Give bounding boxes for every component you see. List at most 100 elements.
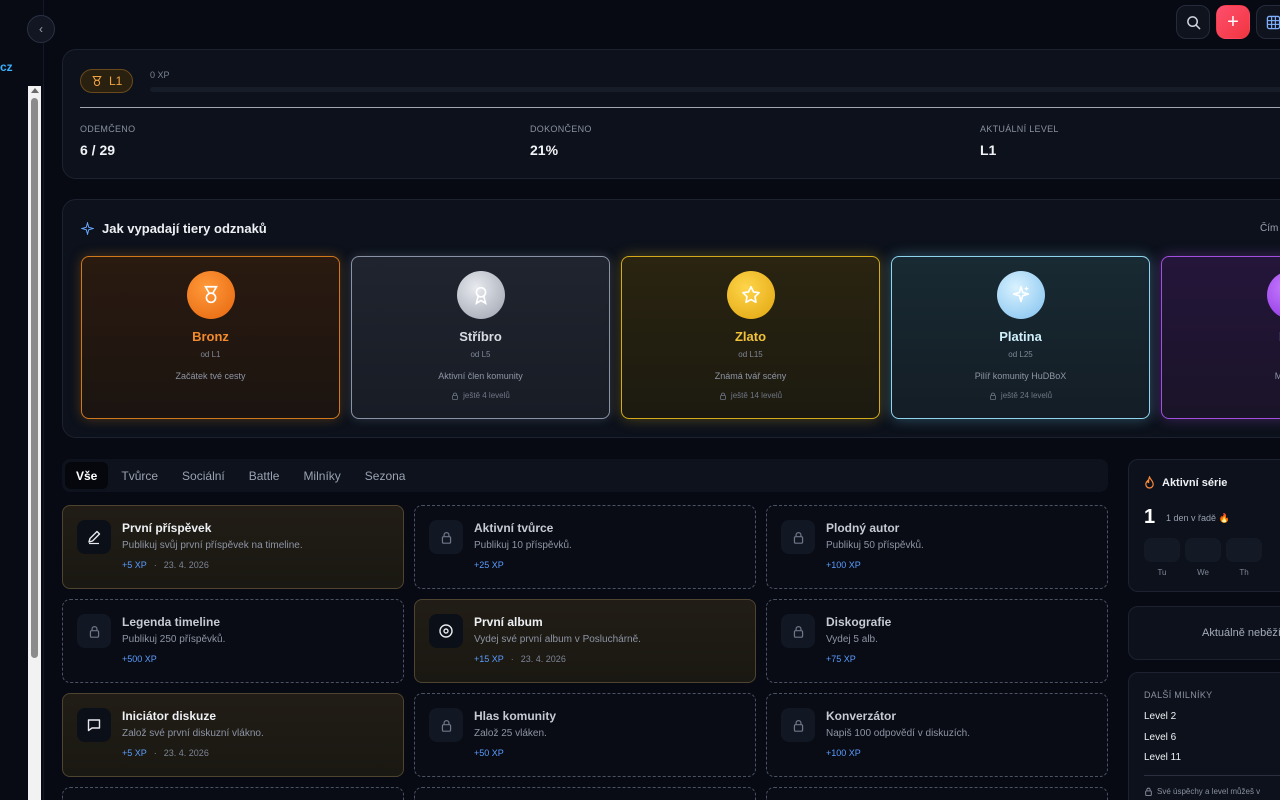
tier-lock: ještě 4 levelů xyxy=(352,391,609,400)
scrollbar[interactable] xyxy=(28,86,41,800)
grid-icon xyxy=(1266,15,1280,29)
level-badge-text: L1 xyxy=(109,74,123,88)
milestones-title: DALŠÍ MILNÍKY xyxy=(1144,690,1213,700)
scroll-up-arrow-icon[interactable] xyxy=(31,88,39,93)
achievement-meta: +50 XP xyxy=(474,748,504,758)
tier-from: od L15 xyxy=(738,350,763,359)
xp-progress-bar xyxy=(150,87,1280,92)
tab-social[interactable]: Sociální xyxy=(171,462,236,489)
stat-label: AKTUÁLNÍ LEVEL xyxy=(980,124,1059,134)
achievement-title: Plodný autor xyxy=(826,521,900,535)
achievement-meta: +100 XP xyxy=(826,748,861,758)
stat-completed: DOKONČENO 21% xyxy=(530,124,592,158)
tab-battle[interactable]: Battle xyxy=(238,462,291,489)
sparkle-icon xyxy=(81,222,94,235)
tier-from: od L1 xyxy=(200,350,221,359)
tiers-info-link[interactable]: Čím xyxy=(1260,223,1278,234)
stat-value: L1 xyxy=(980,142,997,158)
lock-icon xyxy=(781,520,815,554)
category-tabs: Vše Tvůrce Sociální Battle Milníky Sezon… xyxy=(62,459,1108,492)
achievement-title: Iniciátor diskuze xyxy=(122,709,217,723)
milestone-item: Level 6 xyxy=(1144,732,1177,743)
medal-icon xyxy=(92,75,102,87)
separator-dot: · xyxy=(153,748,157,758)
create-button[interactable]: + xyxy=(1216,5,1250,39)
plus-icon: + xyxy=(1227,10,1239,33)
scroll-thumb[interactable] xyxy=(31,98,38,658)
achievement-card[interactable]: První album Vydej své první album v Poslu… xyxy=(414,599,756,683)
tier-lock-text: ještě 24 levelů xyxy=(1000,391,1053,400)
star-icon xyxy=(726,271,775,319)
divider xyxy=(80,107,1280,108)
achievement-card[interactable]: První příspěvek Publikuj svůj první přísp… xyxy=(62,505,404,589)
tier-from: od L25 xyxy=(1008,350,1033,359)
tab-season[interactable]: Sezona xyxy=(354,462,417,489)
sidebar-active-item-fragment[interactable]: cz xyxy=(0,60,13,74)
day-label: We xyxy=(1197,568,1209,577)
tier-name: Platina xyxy=(999,329,1042,344)
achievement-card[interactable] xyxy=(766,787,1108,800)
achievement-xp: +50 XP xyxy=(474,748,504,758)
achievement-card[interactable]: Legenda timeline Publikuj 250 příspěvků. +… xyxy=(62,599,404,683)
achievement-description: Publikuj 250 příspěvků. xyxy=(122,634,226,645)
streak-subtitle: 1 den v řadě 🔥 xyxy=(1166,513,1230,523)
sidebar-collapse-button[interactable]: ‹ xyxy=(27,15,55,43)
streak-days: Tu We Th xyxy=(1144,538,1262,577)
tier-lock-text: ještě 14 levelů xyxy=(730,391,783,400)
achievement-card[interactable]: Hlas komunity Založ 25 vláken. +50 XP xyxy=(414,693,756,777)
achievement-xp: +100 XP xyxy=(826,748,861,758)
achievement-date: 23. 4. 2026 xyxy=(520,654,566,664)
tier-card-platinum: Platina od L25 Pilíř komunity HuDBoX ješ… xyxy=(891,256,1150,419)
tab-milestones[interactable]: Milníky xyxy=(292,462,351,489)
tab-all[interactable]: Vše xyxy=(65,462,109,489)
achievement-meta: +5 XP · 23. 4. 2026 xyxy=(122,748,209,758)
separator-dot: · xyxy=(153,560,157,570)
achievement-description: Vydej 5 alb. xyxy=(826,634,878,645)
tier-lock-text: ještě 4 levelů xyxy=(463,391,510,400)
achievement-card[interactable]: Iniciátor diskuze Založ své první diskuzn… xyxy=(62,693,404,777)
streak-day: Th xyxy=(1226,538,1262,577)
stat-label: ODEMČENO xyxy=(80,124,136,134)
lock-icon xyxy=(781,614,815,648)
lock-icon xyxy=(781,708,815,742)
achievement-xp: +500 XP xyxy=(122,654,157,664)
crown-icon xyxy=(1266,271,1280,319)
streak-day: We xyxy=(1185,538,1221,577)
apps-button[interactable] xyxy=(1256,5,1280,39)
streak-day: Tu xyxy=(1144,538,1180,577)
tier-card-bronze: Bronz od L1 Začátek tvé cesty xyxy=(81,256,340,419)
achievement-title: Aktivní tvůrce xyxy=(474,521,554,535)
tiers-title: Jak vypadají tiery odznaků xyxy=(102,221,267,236)
stat-unlocked: ODEMČENO 6 / 29 xyxy=(80,124,135,158)
achievement-card[interactable] xyxy=(62,787,404,800)
achievement-meta: +100 XP xyxy=(826,560,861,570)
level-panel: L1 0 XP ODEMČENO 6 / 29 DOKONČENO 21% AK… xyxy=(62,49,1280,179)
achievement-card[interactable]: Plodný autor Publikuj 50 příspěvků. +100 X… xyxy=(766,505,1108,589)
lock-icon xyxy=(429,520,463,554)
streak-heading: Aktivní série xyxy=(1144,476,1227,489)
achievement-title: První příspěvek xyxy=(122,521,212,535)
achievement-card[interactable]: Diskografie Vydej 5 alb. +75 XP xyxy=(766,599,1108,683)
achievement-card[interactable]: Konverzátor Napiš 100 odpovědí v diskuzíc… xyxy=(766,693,1108,777)
streak-title: Aktivní série xyxy=(1162,476,1228,489)
milestones-note: Své úspěchy a level můžeš v xyxy=(1144,787,1260,796)
medal-icon xyxy=(186,271,235,319)
lock-icon xyxy=(77,614,111,648)
tab-creator[interactable]: Tvůrce xyxy=(110,462,169,489)
stat-label: DOKONČENO xyxy=(530,124,592,134)
search-button[interactable] xyxy=(1176,5,1210,39)
top-actions: + xyxy=(1176,5,1280,39)
achievement-meta: +5 XP · 23. 4. 2026 xyxy=(122,560,209,570)
achievement-xp: +5 XP xyxy=(122,560,147,570)
day-box xyxy=(1144,538,1180,562)
tiers-panel: Jak vypadají tiery odznaků Čím Bronz od … xyxy=(62,199,1280,438)
achievement-card[interactable] xyxy=(414,787,756,800)
tier-name: Bronz xyxy=(192,329,229,344)
achievement-card[interactable]: Aktivní tvůrce Publikuj 10 příspěvků. +25 … xyxy=(414,505,756,589)
streak-card: Aktivní série 1 1 den v řadě 🔥 Tu We Th xyxy=(1128,459,1280,592)
season-status-text: Aktuálně neběží xyxy=(1202,627,1280,639)
milestone-item: Level 11 xyxy=(1144,752,1182,763)
milestones-note-text: Své úspěchy a level můžeš v xyxy=(1157,787,1261,796)
achievement-description: Založ 25 vláken. xyxy=(474,728,547,739)
tier-card-silver: Stříbro od L5 Aktivní člen komunity ješt… xyxy=(351,256,610,419)
